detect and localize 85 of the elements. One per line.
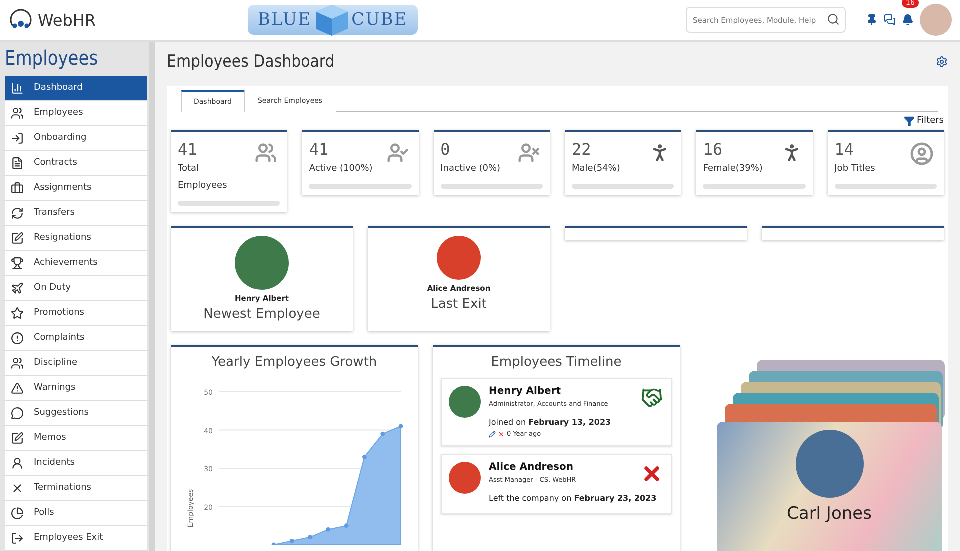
sidebar-item[interactable]: Discipline: [5, 351, 147, 376]
group-icon: [255, 142, 278, 164]
sidebar-item[interactable]: Memos: [5, 426, 147, 451]
sidebar-item[interactable]: Employees Exit: [5, 526, 147, 551]
data-point: [308, 535, 312, 540]
menu-item-icon: [11, 256, 24, 270]
menu-item-icon: [11, 156, 24, 170]
settings-icon[interactable]: [936, 56, 948, 68]
sidebar-title: Employees: [5, 46, 100, 72]
stat-value: 16: [703, 140, 723, 159]
chat-icon[interactable]: [884, 14, 896, 26]
user-check-icon: [386, 142, 409, 164]
page-title: Employees Dashboard: [167, 52, 335, 72]
pin-icon[interactable]: [866, 14, 878, 26]
sidebar-item[interactable]: Onboarding: [5, 126, 147, 151]
sidebar-item[interactable]: Employees: [5, 101, 147, 126]
menu-item-icon: [11, 206, 24, 220]
data-point: [344, 524, 349, 528]
stat-value: 0: [440, 140, 450, 159]
handshake-icon: [641, 387, 663, 409]
sidebar-item[interactable]: Complaints: [5, 326, 147, 351]
menu-item-icon: [11, 82, 24, 94]
user-x-icon: [518, 142, 540, 164]
menu-item-icon: [11, 432, 24, 444]
menu-item-icon: [11, 506, 24, 520]
stat-label: Total Employees: [178, 163, 228, 193]
menu-item-icon: [11, 456, 24, 470]
sidebar-item[interactable]: Transfers: [5, 201, 147, 226]
sidebar-item[interactable]: Assignments: [5, 176, 147, 201]
sidebar-item[interactable]: Achievements: [5, 251, 147, 276]
menu-item-icon: [11, 406, 24, 420]
search-icon[interactable]: [827, 13, 840, 26]
filter-icon[interactable]: [904, 116, 916, 126]
notifications-icon[interactable]: [902, 14, 914, 26]
stat-label: Inactive (0%): [440, 163, 502, 176]
timeline-title: Employees Timeline: [490, 355, 623, 370]
sidebar-item[interactable]: Terminations: [5, 476, 147, 501]
data-point: [290, 538, 294, 544]
data-point: [272, 542, 276, 545]
stat-label: Active (100%): [309, 163, 374, 176]
sidebar-item[interactable]: On Duty: [5, 276, 147, 301]
event-text: Left the company on February 23, 2023: [489, 493, 658, 505]
sidebar-item[interactable]: Contracts: [5, 151, 147, 176]
company-logo: BLUE CUBE: [248, 5, 418, 35]
brand-name: WebHR: [38, 10, 96, 30]
sidebar-item[interactable]: Resignations: [5, 226, 147, 251]
stat-value: 14: [834, 140, 854, 159]
menu-item-icon: [11, 306, 24, 320]
employee-name: Henry Albert: [489, 386, 562, 397]
sidebar-item[interactable]: Dashboard: [5, 76, 147, 101]
sidebar-item[interactable]: Promotions: [5, 301, 147, 326]
stat-value: 41: [309, 140, 329, 159]
menu-item-icon: [11, 232, 24, 244]
menu-item-icon: [11, 382, 24, 394]
sidebar-item[interactable]: Suggestions: [5, 401, 147, 426]
user-circle-icon: [910, 142, 934, 166]
employee-name: Alice Andreson: [489, 462, 574, 473]
menu-item-icon: [11, 106, 24, 120]
stat-label: Female(39%): [703, 163, 764, 176]
sidebar-item[interactable]: Warnings: [5, 376, 147, 401]
sidebar-item[interactable]: Polls: [5, 501, 147, 526]
menu-item-icon: [11, 532, 24, 544]
menu-item-icon: [11, 332, 24, 344]
menu-item-icon: [11, 482, 24, 494]
menu-item-icon: [11, 356, 24, 370]
stat-label: Male(54%): [572, 163, 622, 176]
data-point: [362, 454, 367, 460]
menu-item-icon: [11, 282, 24, 294]
stat-value: 22: [572, 140, 592, 159]
data-point: [398, 424, 404, 429]
menu-item-icon: [11, 182, 24, 194]
filters-link[interactable]: Filters: [917, 116, 944, 126]
edit-icon[interactable]: [489, 430, 496, 438]
delete-icon[interactable]: [498, 430, 505, 438]
sidebar-item[interactable]: Incidents: [5, 451, 147, 476]
data-point: [326, 528, 331, 532]
menu-item-icon: [11, 132, 24, 144]
card-caption: Last Exit: [431, 297, 487, 312]
chart-title: Yearly Employees Growth: [210, 355, 378, 370]
stat-value: 41: [178, 140, 198, 159]
card-caption: Newest Employee: [204, 307, 320, 322]
data-point: [380, 432, 386, 436]
stat-label: Job Titles: [834, 163, 876, 176]
event-text: Joined on February 13, 2023: [489, 417, 612, 429]
profile-name: Carl Jones: [787, 504, 872, 524]
